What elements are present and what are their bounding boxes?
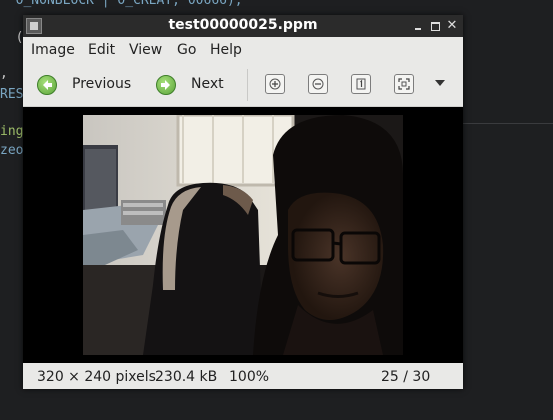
- file-size: 230.4 kB: [155, 369, 218, 385]
- previous-label: Previous: [72, 76, 132, 92]
- code-line: ,: [0, 66, 8, 81]
- menu-image[interactable]: Image: [31, 42, 75, 58]
- menu-go[interactable]: Go: [177, 42, 196, 58]
- image-dimensions: 320 × 240 pixels: [37, 369, 156, 385]
- toolbar-separator: [247, 69, 248, 101]
- zoom-fit-button[interactable]: [394, 74, 414, 94]
- editor-highlight-line: [463, 123, 553, 124]
- close-button[interactable]: ✕: [444, 18, 460, 34]
- next-label: Next: [191, 76, 224, 92]
- zoom-in-button[interactable]: [265, 74, 285, 94]
- maximize-button[interactable]: [427, 18, 443, 34]
- displayed-photo: [83, 115, 403, 355]
- previous-icon: [37, 75, 57, 95]
- window-title: test00000025.ppm: [168, 17, 318, 33]
- code-line: RES: [0, 87, 24, 102]
- zoom-normal-icon: [356, 78, 366, 90]
- toolbar: Previous Next: [23, 63, 463, 107]
- title-bar[interactable]: test00000025.ppm ✕: [23, 15, 463, 37]
- zoom-level: 100%: [229, 369, 270, 385]
- code-line: (: [0, 30, 24, 45]
- zoom-normal-button[interactable]: [351, 74, 371, 94]
- minimize-button[interactable]: [410, 18, 426, 34]
- close-icon: ✕: [446, 18, 458, 33]
- minimize-icon: [415, 28, 421, 30]
- previous-button[interactable]: Previous: [37, 73, 137, 97]
- zoom-out-icon: [312, 78, 324, 90]
- code-line: ing: [0, 124, 24, 139]
- image-position: 25 / 30: [381, 369, 431, 385]
- menu-help[interactable]: Help: [210, 42, 242, 58]
- menu-view[interactable]: View: [129, 42, 162, 58]
- status-bar: 320 × 240 pixels 230.4 kB 100% 25 / 30: [23, 364, 463, 389]
- maximize-icon: [431, 22, 440, 31]
- image-viewer-window: test00000025.ppm ✕ Image Edit View Go He…: [23, 15, 463, 389]
- next-icon: [156, 75, 176, 95]
- zoom-out-button[interactable]: [308, 74, 328, 94]
- image-canvas[interactable]: [23, 107, 463, 363]
- dropdown-arrow-icon[interactable]: [435, 80, 445, 86]
- zoom-fit-icon: [398, 78, 410, 90]
- next-button[interactable]: Next: [156, 73, 236, 97]
- code-line: zeo: [0, 143, 24, 158]
- zoom-in-icon: [269, 78, 281, 90]
- menu-edit[interactable]: Edit: [88, 42, 115, 58]
- menu-bar: Image Edit View Go Help: [23, 37, 463, 63]
- code-line: O_NONBLOCK | O_CREAT, 00666);: [0, 0, 243, 8]
